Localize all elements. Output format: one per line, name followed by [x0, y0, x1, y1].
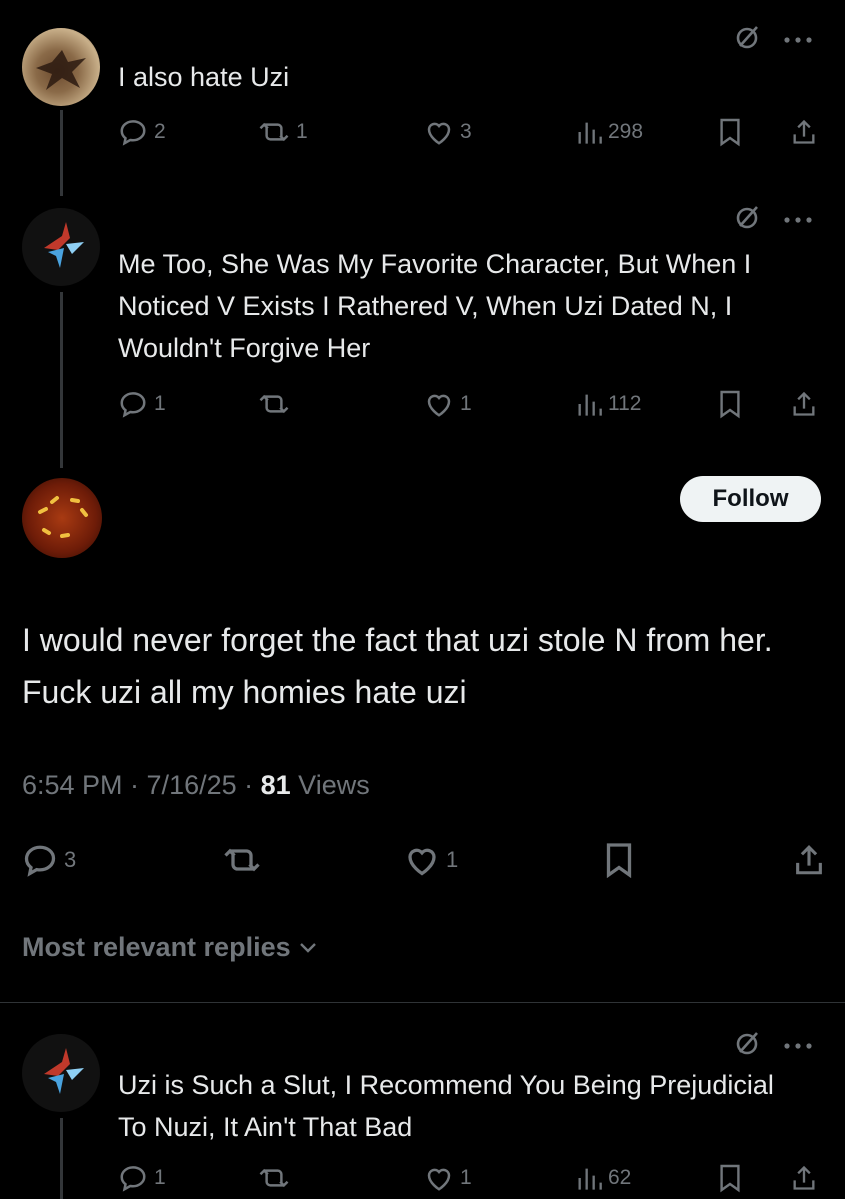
- reply-actions: 1 1 62: [118, 1160, 838, 1196]
- reply-text: I also hate Uzi: [118, 62, 290, 92]
- views-button[interactable]: 62: [576, 1160, 631, 1196]
- reply-count: 3: [64, 847, 77, 872]
- follow-button[interactable]: Follow: [680, 476, 821, 522]
- reply-button[interactable]: 2: [118, 114, 166, 150]
- views-button[interactable]: 112: [576, 386, 641, 422]
- chevron-down-icon: [299, 942, 316, 953]
- like-button[interactable]: 1: [424, 1160, 472, 1196]
- like-icon: [427, 1168, 451, 1191]
- post-actions: 3 1: [22, 842, 832, 878]
- views-count: 112: [608, 392, 642, 415]
- reply-count: 1: [154, 392, 166, 415]
- post-corner-actions: [735, 204, 813, 235]
- bookmark-button[interactable]: [718, 114, 742, 150]
- grok-icon[interactable]: [735, 24, 761, 55]
- like-count: 1: [446, 847, 459, 872]
- views-count: 298: [608, 120, 644, 143]
- share-icon: [796, 845, 822, 875]
- avatar[interactable]: [22, 1034, 100, 1112]
- post-timestamp[interactable]: 6:54 PM · 7/16/25 ·: [22, 770, 261, 800]
- bookmark-icon: [720, 390, 740, 419]
- bookmark-icon: [720, 118, 740, 147]
- avatar[interactable]: [22, 28, 100, 106]
- like-count: 1: [460, 1166, 472, 1189]
- share-icon: [793, 119, 815, 144]
- repost-button[interactable]: [222, 842, 268, 878]
- like-icon: [427, 394, 451, 417]
- reply-actions: 2 1 3 298: [118, 114, 838, 150]
- reply-icon: [24, 845, 56, 877]
- views-icon: [578, 1168, 602, 1190]
- reply-icon: [120, 120, 146, 146]
- repost-count: 1: [296, 120, 308, 143]
- views-button[interactable]: 298: [576, 114, 643, 150]
- views-icon: [578, 122, 602, 144]
- views-icon: [578, 394, 602, 416]
- reply-icon: [120, 392, 146, 418]
- sort-label: Most relevant replies: [22, 932, 291, 962]
- grok-icon[interactable]: [735, 204, 761, 235]
- views-count: 81: [260, 770, 291, 800]
- views-count: 62: [608, 1166, 632, 1189]
- thread-line: [60, 292, 63, 468]
- share-button[interactable]: [790, 114, 818, 150]
- more-icon[interactable]: [783, 31, 813, 49]
- bookmark-button[interactable]: [718, 386, 742, 422]
- share-icon: [793, 391, 815, 416]
- grok-icon[interactable]: [735, 1030, 761, 1061]
- post-text: I would never forget the fact that uzi s…: [22, 622, 773, 710]
- like-count: 1: [460, 392, 472, 415]
- bookmark-button[interactable]: [604, 842, 634, 878]
- like-button[interactable]: 3: [424, 114, 472, 150]
- more-icon[interactable]: [783, 1037, 813, 1055]
- like-icon: [427, 122, 451, 145]
- repost-icon: [259, 1168, 289, 1188]
- reply-count: 2: [154, 120, 166, 143]
- bookmark-button[interactable]: [718, 1160, 742, 1196]
- bookmark-icon: [606, 843, 632, 878]
- like-count: 3: [460, 120, 472, 143]
- replies-sort-dropdown[interactable]: Most relevant replies: [22, 932, 317, 963]
- reply-text: Uzi is Such a Slut, I Recommend You Bein…: [118, 1070, 774, 1142]
- like-button[interactable]: 1: [424, 386, 472, 422]
- repost-button[interactable]: [258, 386, 296, 422]
- like-icon: [408, 848, 436, 876]
- section-divider: [0, 1002, 845, 1003]
- reply-text: Me Too, She Was My Favorite Character, B…: [118, 249, 752, 363]
- reply-button[interactable]: 3: [22, 842, 76, 878]
- more-icon[interactable]: [783, 211, 813, 229]
- post-meta: 6:54 PM · 7/16/25 · 81 Views: [22, 770, 370, 801]
- reply-count: 1: [154, 1166, 166, 1189]
- thread-line: [60, 1118, 63, 1199]
- like-button[interactable]: 1: [404, 842, 458, 878]
- reply-button[interactable]: 1: [118, 386, 166, 422]
- post-corner-actions: [735, 1030, 813, 1061]
- reply-icon: [120, 1166, 146, 1192]
- bookmark-icon: [720, 1164, 740, 1193]
- thread-line: [60, 110, 63, 196]
- share-button[interactable]: [790, 386, 818, 422]
- share-button[interactable]: [792, 842, 826, 878]
- views-label: Views: [290, 770, 370, 800]
- repost-icon: [224, 848, 260, 872]
- repost-button[interactable]: [258, 1160, 296, 1196]
- reply-button[interactable]: 1: [118, 1160, 166, 1196]
- avatar[interactable]: [22, 208, 100, 286]
- repost-button[interactable]: 1: [258, 114, 308, 150]
- reply-actions: 1 1 112: [118, 386, 838, 422]
- author-avatar[interactable]: [22, 478, 102, 558]
- share-icon: [793, 1165, 815, 1190]
- post-corner-actions: [735, 24, 813, 55]
- repost-icon: [259, 394, 289, 414]
- repost-icon: [259, 122, 289, 142]
- share-button[interactable]: [790, 1160, 818, 1196]
